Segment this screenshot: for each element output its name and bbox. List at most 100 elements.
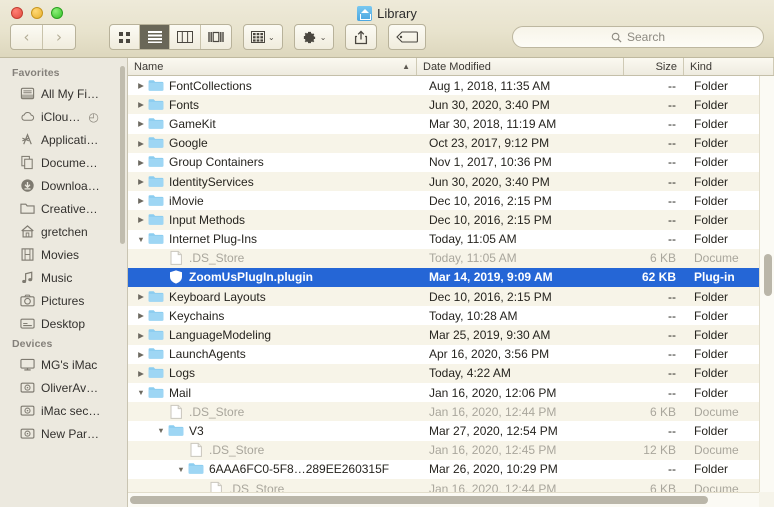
- action-gear-button[interactable]: ⌄: [295, 25, 334, 49]
- sidebar-item-creative[interactable]: Creative…: [0, 197, 127, 220]
- document-icon: [168, 404, 184, 420]
- table-row[interactable]: ▶ Keyboard Layouts Dec 10, 2016, 2:15 PM --…: [128, 287, 774, 307]
- disclosure-triangle-collapsed-icon[interactable]: ▶: [134, 311, 148, 320]
- sidebar-item-label: All My Fi…: [41, 86, 99, 101]
- column-header-size[interactable]: Size: [624, 58, 684, 75]
- list-view-button[interactable]: [140, 25, 170, 49]
- arrange-by-button[interactable]: ⌄: [244, 25, 282, 49]
- horizontal-scrollbar-thumb[interactable]: [130, 496, 708, 504]
- sidebar-item-new-par[interactable]: New Par…: [0, 422, 127, 445]
- table-row[interactable]: ▶ GameKit Mar 30, 2018, 11:19 AM -- Folder: [128, 114, 774, 133]
- maximize-button[interactable]: [51, 7, 63, 19]
- column-header-kind-label: Kind: [690, 60, 713, 73]
- table-row[interactable]: ▼ Mail Jan 16, 2020, 12:06 PM -- Folder: [128, 383, 774, 402]
- sidebar-item-desktop[interactable]: Desktop: [0, 312, 127, 335]
- cell-size: --: [668, 212, 676, 227]
- disclosure-triangle-collapsed-icon[interactable]: ▶: [134, 331, 148, 340]
- column-view-button[interactable]: [170, 25, 201, 49]
- cell-name: ZoomUsPlugIn.plugin: [128, 269, 417, 285]
- disclosure-triangle-collapsed-icon[interactable]: ▶: [134, 119, 148, 128]
- disclosure-triangle-collapsed-icon[interactable]: ▶: [134, 350, 148, 359]
- disclosure-triangle-expanded-icon[interactable]: ▼: [134, 388, 148, 397]
- disclosure-triangle-collapsed-icon[interactable]: ▶: [134, 158, 148, 167]
- column-header-date-modified[interactable]: Date Modified: [417, 58, 624, 75]
- disclosure-triangle-collapsed-icon[interactable]: ▶: [134, 81, 148, 90]
- downloads-icon: [20, 178, 35, 193]
- folder-icon: [148, 193, 164, 209]
- back-button[interactable]: ‹: [11, 25, 43, 49]
- sidebar-item-mg-s-imac[interactable]: MG's iMac: [0, 353, 127, 376]
- table-row[interactable]: ▶ LanguageModeling Mar 25, 2019, 9:30 AM --…: [128, 325, 774, 345]
- forward-button[interactable]: ›: [43, 25, 75, 49]
- navigation-buttons: ‹ ›: [10, 24, 76, 50]
- cell-date-modified: Today, 11:05 AM: [429, 251, 517, 266]
- gallery-view-button[interactable]: [201, 25, 231, 49]
- table-row-selected[interactable]: ZoomUsPlugIn.plugin Mar 14, 2019, 9:09 AM…: [128, 267, 774, 288]
- table-row[interactable]: .DS_Store Jan 16, 2020, 12:45 PM 12 KB Docu…: [128, 440, 774, 460]
- sidebar-item-music[interactable]: Music: [0, 266, 127, 289]
- cell-date-modified: Jan 16, 2020, 12:45 PM: [429, 443, 557, 458]
- library-folder-icon: [357, 6, 373, 21]
- window-title: Library: [0, 6, 774, 21]
- table-row[interactable]: .DS_Store Today, 11:05 AM 6 KB Docume: [128, 248, 774, 268]
- cell-name: ▶ FontCollections: [128, 78, 417, 94]
- disclosure-triangle-collapsed-icon[interactable]: ▶: [134, 369, 148, 378]
- cell-name: ▼ 6AAA6FC0-5F8…289EE260315F: [128, 461, 417, 477]
- tag-button[interactable]: [389, 25, 425, 49]
- table-row[interactable]: ▼ V3 Mar 27, 2020, 12:54 PM -- Folder: [128, 421, 774, 440]
- table-row[interactable]: ▶ Google Oct 23, 2017, 9:12 PM -- Folder: [128, 133, 774, 153]
- table-row[interactable]: ▶ Keychains Today, 10:28 AM -- Folder: [128, 306, 774, 325]
- sidebar-item-downloa[interactable]: Downloa…: [0, 174, 127, 197]
- disclosure-triangle-collapsed-icon[interactable]: ▶: [134, 177, 148, 186]
- cell-name: ▶ LaunchAgents: [128, 346, 417, 362]
- close-button[interactable]: [11, 7, 23, 19]
- disclosure-triangle-collapsed-icon[interactable]: ▶: [134, 292, 148, 301]
- file-list-pane: Name ▲ Date Modified Size Kind ▶ FontColl…: [128, 58, 774, 507]
- sidebar-item-movies[interactable]: Movies: [0, 243, 127, 266]
- horizontal-scrollbar[interactable]: [128, 492, 759, 507]
- disclosure-triangle-expanded-icon[interactable]: ▼: [134, 235, 148, 244]
- cell-name: ▶ Fonts: [128, 97, 417, 113]
- table-row[interactable]: ▶ LaunchAgents Apr 16, 2020, 3:56 PM -- Fold…: [128, 345, 774, 364]
- vertical-scrollbar[interactable]: [759, 76, 774, 507]
- table-row[interactable]: .DS_Store Jan 16, 2020, 12:44 PM 6 KB Docum…: [128, 402, 774, 422]
- table-row[interactable]: ▶ FontCollections Aug 1, 2018, 11:35 AM -- F…: [128, 76, 774, 95]
- sidebar-item-imac-sec[interactable]: iMac sec…: [0, 399, 127, 422]
- table-row[interactable]: ▼ Internet Plug-Ins Today, 11:05 AM -- Folde…: [128, 230, 774, 249]
- column-header-name[interactable]: Name ▲: [128, 58, 417, 75]
- disclosure-triangle-collapsed-icon[interactable]: ▶: [134, 215, 148, 224]
- search-input[interactable]: Search: [512, 26, 764, 48]
- sidebar-scrollbar[interactable]: [120, 66, 125, 244]
- sidebar-item-applicati[interactable]: Applicati…: [0, 128, 127, 151]
- cell-name: ▶ Keychains: [128, 308, 417, 324]
- disclosure-triangle-expanded-icon[interactable]: ▼: [154, 426, 168, 435]
- cell-date-modified: Jun 30, 2020, 3:40 PM: [429, 97, 550, 112]
- cell-name: ▶ GameKit: [128, 116, 417, 132]
- minimize-button[interactable]: [31, 7, 43, 19]
- table-row[interactable]: ▶ Logs Today, 4:22 AM -- Folder: [128, 363, 774, 383]
- cell-size: --: [668, 155, 676, 170]
- disclosure-triangle-collapsed-icon[interactable]: ▶: [134, 139, 148, 148]
- table-row[interactable]: ▼ 6AAA6FC0-5F8…289EE260315F Mar 26, 2020, …: [128, 460, 774, 479]
- sidebar-item-iclou[interactable]: iClou… ◴: [0, 105, 127, 128]
- file-name-label: Google: [169, 136, 208, 151]
- sidebar-item-oliverav[interactable]: OliverAv…: [0, 376, 127, 399]
- file-name-label: 6AAA6FC0-5F8…289EE260315F: [209, 462, 390, 477]
- table-row[interactable]: ▶ iMovie Dec 10, 2016, 2:15 PM -- Folder: [128, 191, 774, 210]
- column-header-kind[interactable]: Kind: [684, 58, 774, 75]
- icon-view-button[interactable]: [110, 25, 140, 49]
- table-row[interactable]: ▶ IdentityServices Jun 30, 2020, 3:40 PM --…: [128, 171, 774, 192]
- disclosure-triangle-collapsed-icon[interactable]: ▶: [134, 100, 148, 109]
- share-button[interactable]: [346, 25, 376, 49]
- disclosure-triangle-expanded-icon[interactable]: ▼: [174, 465, 188, 474]
- table-row[interactable]: ▶ Group Containers Nov 1, 2017, 10:36 PM --…: [128, 153, 774, 172]
- disclosure-triangle-collapsed-icon[interactable]: ▶: [134, 196, 148, 205]
- sidebar-item-pictures[interactable]: Pictures: [0, 289, 127, 312]
- sidebar-item-all-my-fi[interactable]: All My Fi…: [0, 82, 127, 105]
- music-icon: [20, 270, 35, 285]
- vertical-scrollbar-thumb[interactable]: [764, 254, 772, 296]
- table-row[interactable]: ▶ Fonts Jun 30, 2020, 3:40 PM -- Folder: [128, 95, 774, 115]
- sidebar-item-gretchen[interactable]: gretchen: [0, 220, 127, 243]
- sidebar-item-docume[interactable]: Docume…: [0, 151, 127, 174]
- table-row[interactable]: ▶ Input Methods Dec 10, 2016, 2:15 PM -- Fol…: [128, 210, 774, 230]
